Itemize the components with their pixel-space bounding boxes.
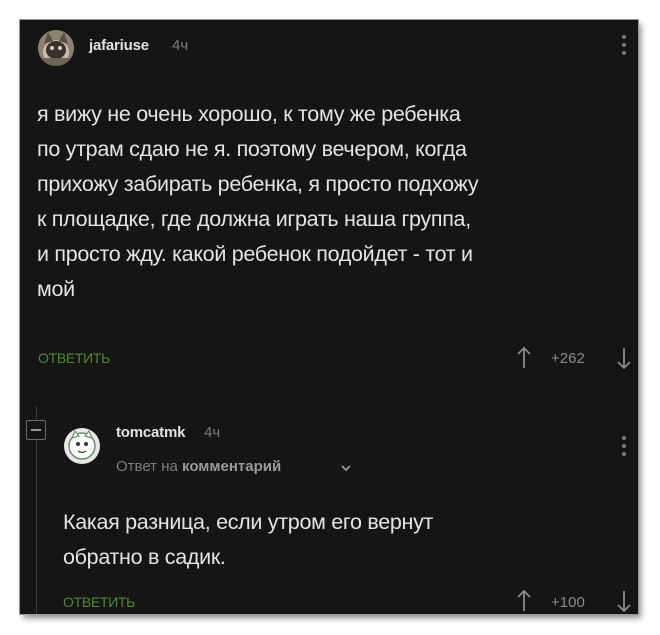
reply-to-target-link[interactable]: комментарий bbox=[182, 458, 281, 475]
reply-menu-icon[interactable] bbox=[621, 436, 627, 458]
comment-text-line: я вижу не очень хорошо, к тому же ребенк… bbox=[37, 102, 461, 126]
downvote-icon[interactable] bbox=[617, 347, 631, 374]
reply-text-line: Какая разница, если утром его вернут bbox=[63, 510, 434, 534]
reply-button[interactable]: ОТВЕТИТЬ bbox=[38, 350, 110, 366]
reply-text-line: обратно в садик. bbox=[63, 545, 226, 569]
comment-text-line: мой bbox=[37, 277, 75, 301]
collapse-thread-icon[interactable] bbox=[26, 420, 46, 440]
avatar-jafariuse[interactable] bbox=[38, 30, 74, 66]
comment-username[interactable]: jafariuse bbox=[89, 37, 149, 54]
reply-to-reply-button[interactable]: ОТВЕТИТЬ bbox=[63, 594, 135, 610]
comment-time: 4ч bbox=[172, 37, 189, 54]
comment-text-line: по утрам сдаю не я. поэтому вечером, ког… bbox=[37, 137, 467, 161]
comment-rating: +262 bbox=[551, 350, 585, 367]
reply-rating: +100 bbox=[551, 594, 585, 611]
chevron-down-icon[interactable] bbox=[340, 460, 352, 478]
comment-text-line: прихожу забирать ребенка, я просто подхо… bbox=[37, 172, 479, 196]
reply-text: Какая разница, если утром его вернут обр… bbox=[63, 505, 433, 575]
reply-to-prefix: Ответ на bbox=[116, 458, 178, 475]
cat-avatar-icon bbox=[38, 30, 74, 66]
comment-text-line: и просто жду. какой ребенок подойдет - т… bbox=[37, 242, 473, 266]
reply-to-line: Ответ на комментарий bbox=[116, 458, 281, 475]
upvote-icon[interactable] bbox=[517, 589, 531, 614]
upvote-icon[interactable] bbox=[517, 346, 531, 374]
comment-text: я вижу не очень хорошо, к тому же ребенк… bbox=[37, 97, 479, 307]
comments-panel: jafariuse 4ч я вижу не очень хорошо, к т… bbox=[20, 20, 638, 614]
comment-menu-icon[interactable] bbox=[621, 35, 627, 57]
downvote-icon[interactable] bbox=[617, 590, 631, 614]
comment-text-line: к площадке, где должна играть наша групп… bbox=[37, 207, 471, 231]
cartoon-cat-avatar-icon bbox=[64, 428, 100, 464]
avatar-tomcatmk[interactable] bbox=[64, 428, 100, 464]
reply-username[interactable]: tomcatmk bbox=[116, 424, 185, 441]
reply-time: 4ч bbox=[204, 424, 221, 441]
